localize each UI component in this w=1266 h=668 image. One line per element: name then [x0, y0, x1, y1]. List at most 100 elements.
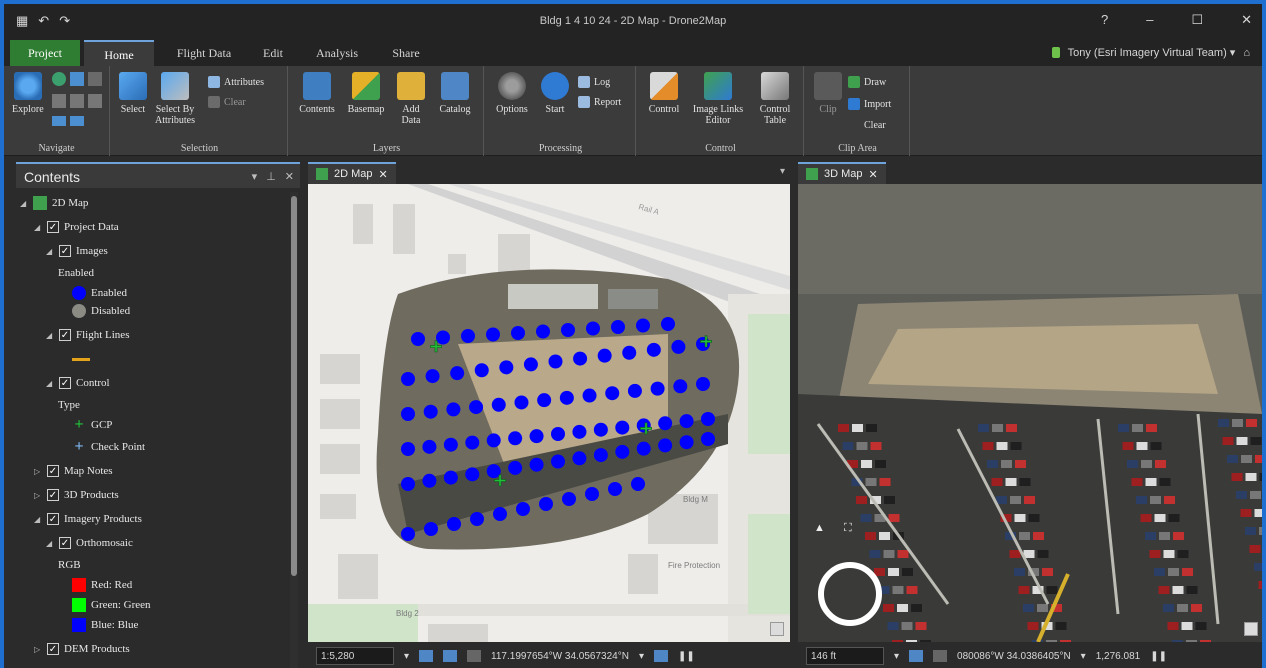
image-point[interactable]: [661, 317, 675, 331]
navigator-compass[interactable]: [818, 562, 882, 626]
pause-icon[interactable]: ❚❚: [1150, 651, 1167, 662]
image-point[interactable]: [401, 407, 415, 421]
tree-item-map-notes[interactable]: ▷ ✓ Map Notes: [34, 460, 113, 482]
image-point[interactable]: [551, 454, 565, 469]
image-links-editor-button[interactable]: Image Links Editor: [690, 72, 746, 126]
dropdown-icon[interactable]: ▾: [404, 651, 409, 662]
image-point[interactable]: [508, 460, 523, 475]
overview-icon[interactable]: [1244, 622, 1258, 636]
image-point[interactable]: [605, 386, 620, 401]
clip-button[interactable]: Clip: [812, 72, 844, 115]
image-point[interactable]: [401, 527, 415, 541]
legend-green[interactable]: Green: Green: [72, 594, 151, 616]
image-point[interactable]: [446, 402, 461, 417]
gcp-marker[interactable]: +: [638, 418, 654, 440]
image-point[interactable]: [611, 320, 625, 334]
grid-view-icon[interactable]: [419, 650, 434, 662]
snap-icon[interactable]: [443, 650, 458, 662]
table-icon[interactable]: [933, 650, 948, 662]
map-2d-canvas[interactable]: Rail A Bldg M Bldg 2 Fire Protection + ++…: [308, 184, 790, 642]
bell-icon[interactable]: ⌂: [1243, 47, 1250, 59]
draw-button[interactable]: Draw: [848, 76, 886, 88]
image-point[interactable]: [636, 441, 651, 456]
expand-icon[interactable]: ▷: [34, 645, 42, 654]
back-icon[interactable]: [52, 116, 66, 126]
tab-home[interactable]: Home: [84, 40, 154, 66]
collapse-icon[interactable]: ◢: [34, 223, 42, 232]
image-point[interactable]: [562, 492, 576, 506]
legend-gcp[interactable]: + GCP: [72, 414, 112, 436]
legend-blue[interactable]: Blue: Blue: [72, 614, 138, 636]
grid-icon[interactable]: [88, 94, 102, 108]
expand-icon[interactable]: ▷: [34, 491, 42, 500]
image-point[interactable]: [447, 517, 461, 531]
contents-scrollbar[interactable]: [290, 192, 298, 668]
image-point[interactable]: [572, 424, 587, 439]
image-point[interactable]: [461, 329, 475, 343]
image-point[interactable]: [615, 444, 630, 459]
image-point[interactable]: [673, 379, 688, 394]
image-point[interactable]: [572, 451, 587, 466]
map-2d-view[interactable]: Rail A Bldg M Bldg 2 Fire Protection + + +…: [308, 184, 790, 642]
visibility-checkbox[interactable]: ✓: [59, 329, 71, 341]
image-point[interactable]: [516, 502, 530, 516]
pane-close-icon[interactable]: ✕: [285, 170, 294, 183]
tab-flight-data[interactable]: Flight Data: [162, 40, 246, 66]
visibility-checkbox[interactable]: ✓: [59, 377, 71, 389]
close-tab-icon[interactable]: ✕: [379, 168, 388, 181]
image-point[interactable]: [514, 395, 529, 410]
image-point[interactable]: [593, 422, 608, 437]
pin-icon[interactable]: ⊥: [266, 170, 276, 183]
image-point[interactable]: [508, 431, 523, 446]
image-point[interactable]: [679, 414, 694, 429]
image-point[interactable]: [548, 354, 563, 369]
start-button[interactable]: Start: [538, 72, 572, 115]
image-point[interactable]: [539, 497, 553, 511]
pause-icon[interactable]: ❚❚: [678, 651, 695, 662]
image-point[interactable]: [425, 369, 440, 384]
expand-icon[interactable]: ▷: [34, 467, 42, 476]
image-point[interactable]: [469, 400, 484, 415]
tree-item-images[interactable]: ◢ ✓ Images: [46, 240, 108, 262]
image-point[interactable]: [608, 482, 622, 496]
visibility-checkbox[interactable]: ✓: [47, 489, 59, 501]
image-point[interactable]: [401, 477, 415, 491]
collapse-icon[interactable]: ◢: [20, 199, 28, 208]
report-button[interactable]: Report: [578, 96, 621, 108]
image-point[interactable]: [573, 351, 588, 366]
image-point[interactable]: [423, 404, 438, 419]
catalog-button[interactable]: Catalog: [434, 72, 476, 115]
close-tab-icon[interactable]: ✕: [869, 168, 878, 181]
tab-project[interactable]: Project: [10, 40, 80, 66]
image-point[interactable]: [593, 448, 608, 463]
image-point[interactable]: [561, 323, 575, 337]
image-point[interactable]: [658, 438, 673, 453]
image-point[interactable]: [450, 366, 465, 381]
image-point[interactable]: [443, 437, 458, 452]
control-button[interactable]: Control: [642, 72, 686, 115]
tab-analysis[interactable]: Analysis: [302, 40, 372, 66]
image-point[interactable]: [650, 381, 665, 396]
image-point[interactable]: [474, 363, 489, 378]
image-point[interactable]: [470, 512, 484, 526]
image-point[interactable]: [636, 318, 650, 333]
image-point[interactable]: [493, 507, 507, 521]
tab-share[interactable]: Share: [376, 40, 436, 66]
scale-input[interactable]: 1:5,280: [316, 647, 394, 665]
maximize-icon[interactable]: ☐: [1191, 12, 1203, 28]
fixed-zoom-in-icon[interactable]: [52, 94, 66, 108]
view-menu-icon[interactable]: ▾: [780, 166, 785, 177]
image-point[interactable]: [701, 432, 715, 446]
visibility-checkbox[interactable]: ✓: [47, 513, 59, 525]
refresh-icon[interactable]: [653, 650, 668, 662]
image-point[interactable]: [486, 327, 500, 342]
user-area[interactable]: Tony (Esri Imagery Virtual Team) ▾ ⌂: [1051, 46, 1250, 59]
tree-item-dem-products[interactable]: ▷ ✓ DEM Products: [34, 638, 130, 660]
collapse-icon[interactable]: ◢: [34, 515, 42, 524]
navigator-up-icon[interactable]: ▲: [814, 522, 825, 534]
image-point[interactable]: [486, 433, 501, 448]
dropdown-icon[interactable]: ▾: [894, 651, 899, 662]
tree-item-orthomosaic[interactable]: ◢ ✓ Orthomosaic: [46, 532, 133, 554]
log-button[interactable]: Log: [578, 76, 610, 88]
tree-item-project-data[interactable]: ◢ ✓ Project Data: [34, 216, 119, 238]
